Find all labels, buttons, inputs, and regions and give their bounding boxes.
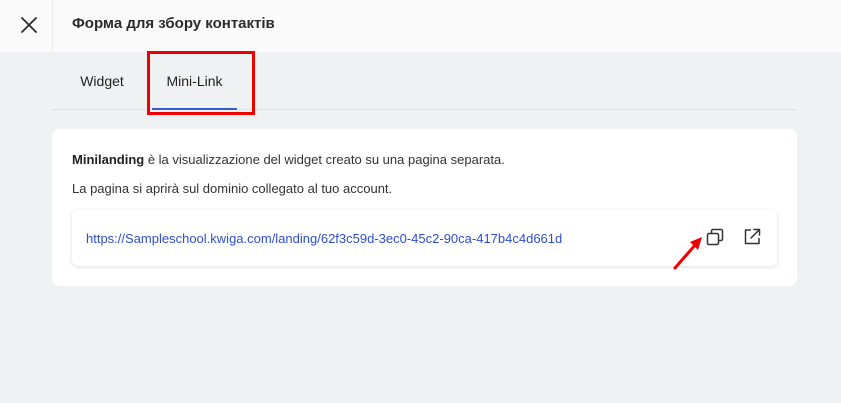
external-link-icon	[744, 228, 761, 245]
close-icon	[21, 17, 37, 33]
description-line-1: Minilanding è la visualizzazione del wid…	[72, 152, 505, 167]
description-line-2: La pagina si aprirà sul dominio collegat…	[72, 181, 393, 196]
mini-link-url[interactable]: https://Sampleschool.kwiga.com/landing/6…	[86, 231, 562, 246]
page-title: Форма для збору контактів	[72, 15, 275, 32]
close-button[interactable]	[17, 13, 41, 37]
tab-widget[interactable]: Widget	[66, 52, 138, 110]
description-text: è la visualizzazione del widget creato s…	[144, 152, 505, 167]
description-bold-term: Minilanding	[72, 152, 145, 167]
open-link-button[interactable]	[741, 226, 763, 248]
page-header: Форма для збору контактів	[0, 0, 841, 52]
annotation-arrow	[673, 237, 702, 270]
annotation-highlight-box	[147, 51, 255, 115]
header-divider	[52, 0, 53, 52]
